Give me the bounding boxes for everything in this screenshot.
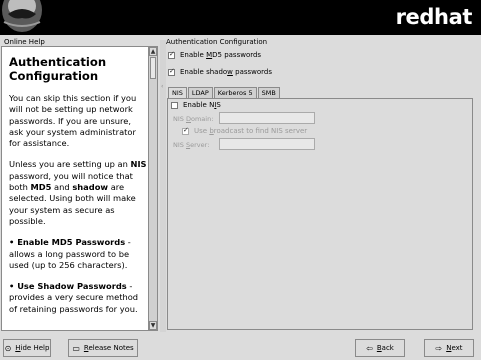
help-paragraph: You can skip this section if you will no… xyxy=(9,93,137,149)
nis-server-label: NIS Server: xyxy=(173,141,210,149)
broadcast-checkbox[interactable] xyxy=(182,126,189,135)
md5-checkbox-row[interactable]: Enable MD5 passwords xyxy=(168,50,262,59)
nis-domain-label: NIS Domain: xyxy=(173,115,214,123)
tab-ldap[interactable]: LDAP xyxy=(187,87,213,98)
enable-nis-row[interactable]: Enable NIS xyxy=(171,101,221,109)
help-panel[interactable]: Authentication Configuration You can ski… xyxy=(1,46,158,331)
help-content: Authentication Configuration You can ski… xyxy=(9,55,147,325)
help-bullet: • Enable MD5 Passwords - allows a long p… xyxy=(9,237,131,270)
arrow-right-icon: ⇨ xyxy=(435,343,443,353)
nis-domain-input[interactable] xyxy=(219,112,315,124)
shadow-label: Enable shadow passwords xyxy=(180,68,273,76)
online-help-label: Online Help xyxy=(4,38,45,46)
help-title: Authentication Configuration xyxy=(9,55,107,83)
release-notes-label: Release Notes xyxy=(83,344,134,352)
tab-smb[interactable]: SMB xyxy=(257,87,280,98)
collapse-arrow-icon[interactable]: ‹ xyxy=(161,83,163,90)
tab-kerberos[interactable]: Kerberos 5 xyxy=(213,87,257,98)
broadcast-label: Use broadcast to find NIS server xyxy=(194,127,308,135)
shadowman-fedora-logo xyxy=(2,0,42,32)
md5-label: Enable MD5 passwords xyxy=(180,51,262,59)
release-notes-button[interactable]: ▭ Release Notes xyxy=(68,339,138,357)
help-icon: ⊙ xyxy=(4,343,12,353)
scrollbar-thumb[interactable] xyxy=(150,57,156,79)
enable-nis-checkbox[interactable] xyxy=(171,101,178,109)
installer-header: redhat xyxy=(0,0,481,35)
md5-checkbox[interactable] xyxy=(168,50,175,59)
shadow-checkbox[interactable] xyxy=(168,67,175,76)
brand-logo: redhat xyxy=(395,5,473,29)
back-button[interactable]: ⇦ Back xyxy=(355,339,405,357)
back-label: Back xyxy=(376,344,394,352)
help-bullet: • Use Shadow Passwords - provides a very… xyxy=(9,281,139,314)
bottom-button-bar: ⊙ Hide Help ▭ Release Notes ⇦ Back ⇨ Nex… xyxy=(0,338,481,360)
broadcast-row[interactable]: Use broadcast to find NIS server xyxy=(182,126,308,135)
hide-help-label: Hide Help xyxy=(15,344,50,352)
next-label: Next xyxy=(446,344,463,352)
auth-config-label: Authentication Configuration xyxy=(166,38,268,46)
scroll-up-arrow-icon[interactable]: ▲ xyxy=(149,47,157,56)
help-scrollbar[interactable]: ▲ ▼ xyxy=(148,47,157,330)
next-button[interactable]: ⇨ Next xyxy=(424,339,474,357)
nis-server-input[interactable] xyxy=(219,138,315,150)
arrow-left-icon: ⇦ xyxy=(366,343,373,353)
hide-help-button[interactable]: ⊙ Hide Help xyxy=(3,339,51,357)
scroll-down-arrow-icon[interactable]: ▼ xyxy=(149,321,157,330)
document-icon: ▭ xyxy=(72,343,80,353)
shadow-checkbox-row[interactable]: Enable shadow passwords xyxy=(168,67,273,76)
help-paragraph: Unless you are setting up an NIS passwor… xyxy=(9,159,147,226)
enable-nis-label: Enable NIS xyxy=(183,101,221,109)
